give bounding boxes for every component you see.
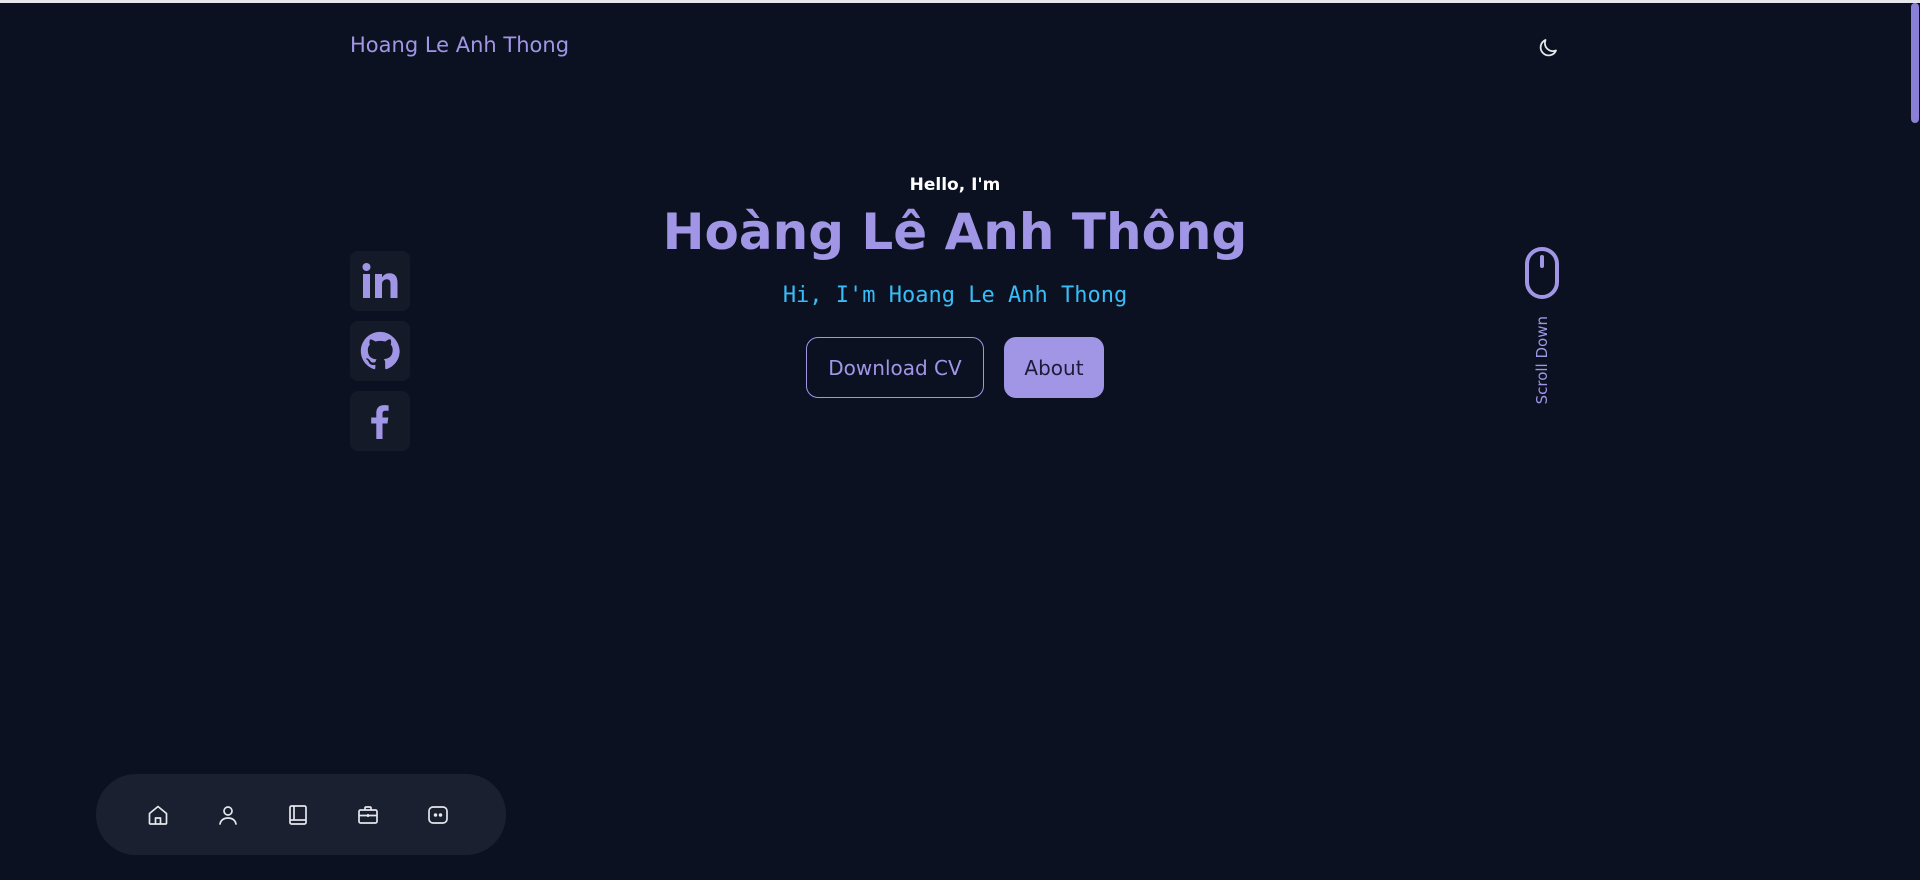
- facebook-link[interactable]: [350, 391, 410, 451]
- hero-greeting: Hello, I'm: [909, 175, 1001, 195]
- briefcase-icon: [358, 805, 378, 824]
- page: Hoang Le Anh Thong Hello, I'm Hoàng Lê A: [0, 0, 1920, 880]
- user-icon: [219, 805, 237, 825]
- bottom-nav: [96, 774, 506, 855]
- about-button[interactable]: About: [1004, 337, 1104, 398]
- nav-home[interactable]: [146, 803, 170, 827]
- message-icon: [428, 805, 448, 824]
- cta-row: Download CV About: [0, 337, 1910, 398]
- facebook-icon: [371, 405, 389, 439]
- book-icon: [289, 804, 307, 825]
- nav-contact[interactable]: [426, 803, 450, 827]
- page-scrollbar[interactable]: [1910, 3, 1920, 880]
- scrollbar-thumb[interactable]: [1911, 3, 1919, 123]
- brand-link[interactable]: Hoang Le Anh Thong: [350, 33, 569, 57]
- download-cv-button[interactable]: Download CV: [806, 337, 984, 398]
- nav-portfolio[interactable]: [356, 803, 380, 827]
- nav-about[interactable]: [216, 803, 240, 827]
- mouse-icon: [1525, 247, 1559, 299]
- theme-toggle-button[interactable]: [1536, 36, 1560, 60]
- scroll-down-label: Scroll Down: [1533, 316, 1551, 405]
- hero-section: Hello, I'm Hoàng Lê Anh Thông Hi, I'm Ho…: [0, 173, 1910, 398]
- nav-skills[interactable]: [286, 803, 310, 827]
- typed-subtitle: Hi, I'm Hoang Le Anh Thong: [782, 283, 1128, 308]
- hero-name: Hoàng Lê Anh Thông: [662, 203, 1248, 261]
- home-icon: [148, 805, 168, 825]
- scroll-down-link[interactable]: Scroll Down: [1522, 246, 1562, 404]
- moon-icon: [1539, 39, 1557, 57]
